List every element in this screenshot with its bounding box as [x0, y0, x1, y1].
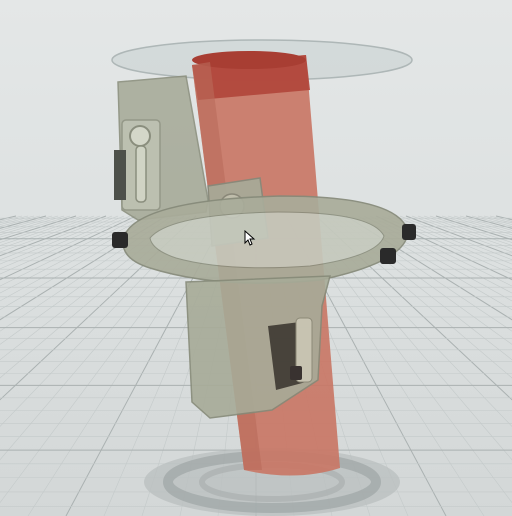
mouse-pointer-icon [244, 230, 256, 246]
model-scene[interactable] [0, 0, 512, 516]
screw-right-lower[interactable] [380, 248, 396, 264]
screw-left[interactable] [112, 232, 128, 248]
upper-servo[interactable] [114, 75, 209, 221]
screw-right-upper[interactable] [402, 224, 416, 240]
clamp-ring[interactable] [122, 195, 409, 284]
3d-viewport[interactable] [0, 0, 512, 516]
